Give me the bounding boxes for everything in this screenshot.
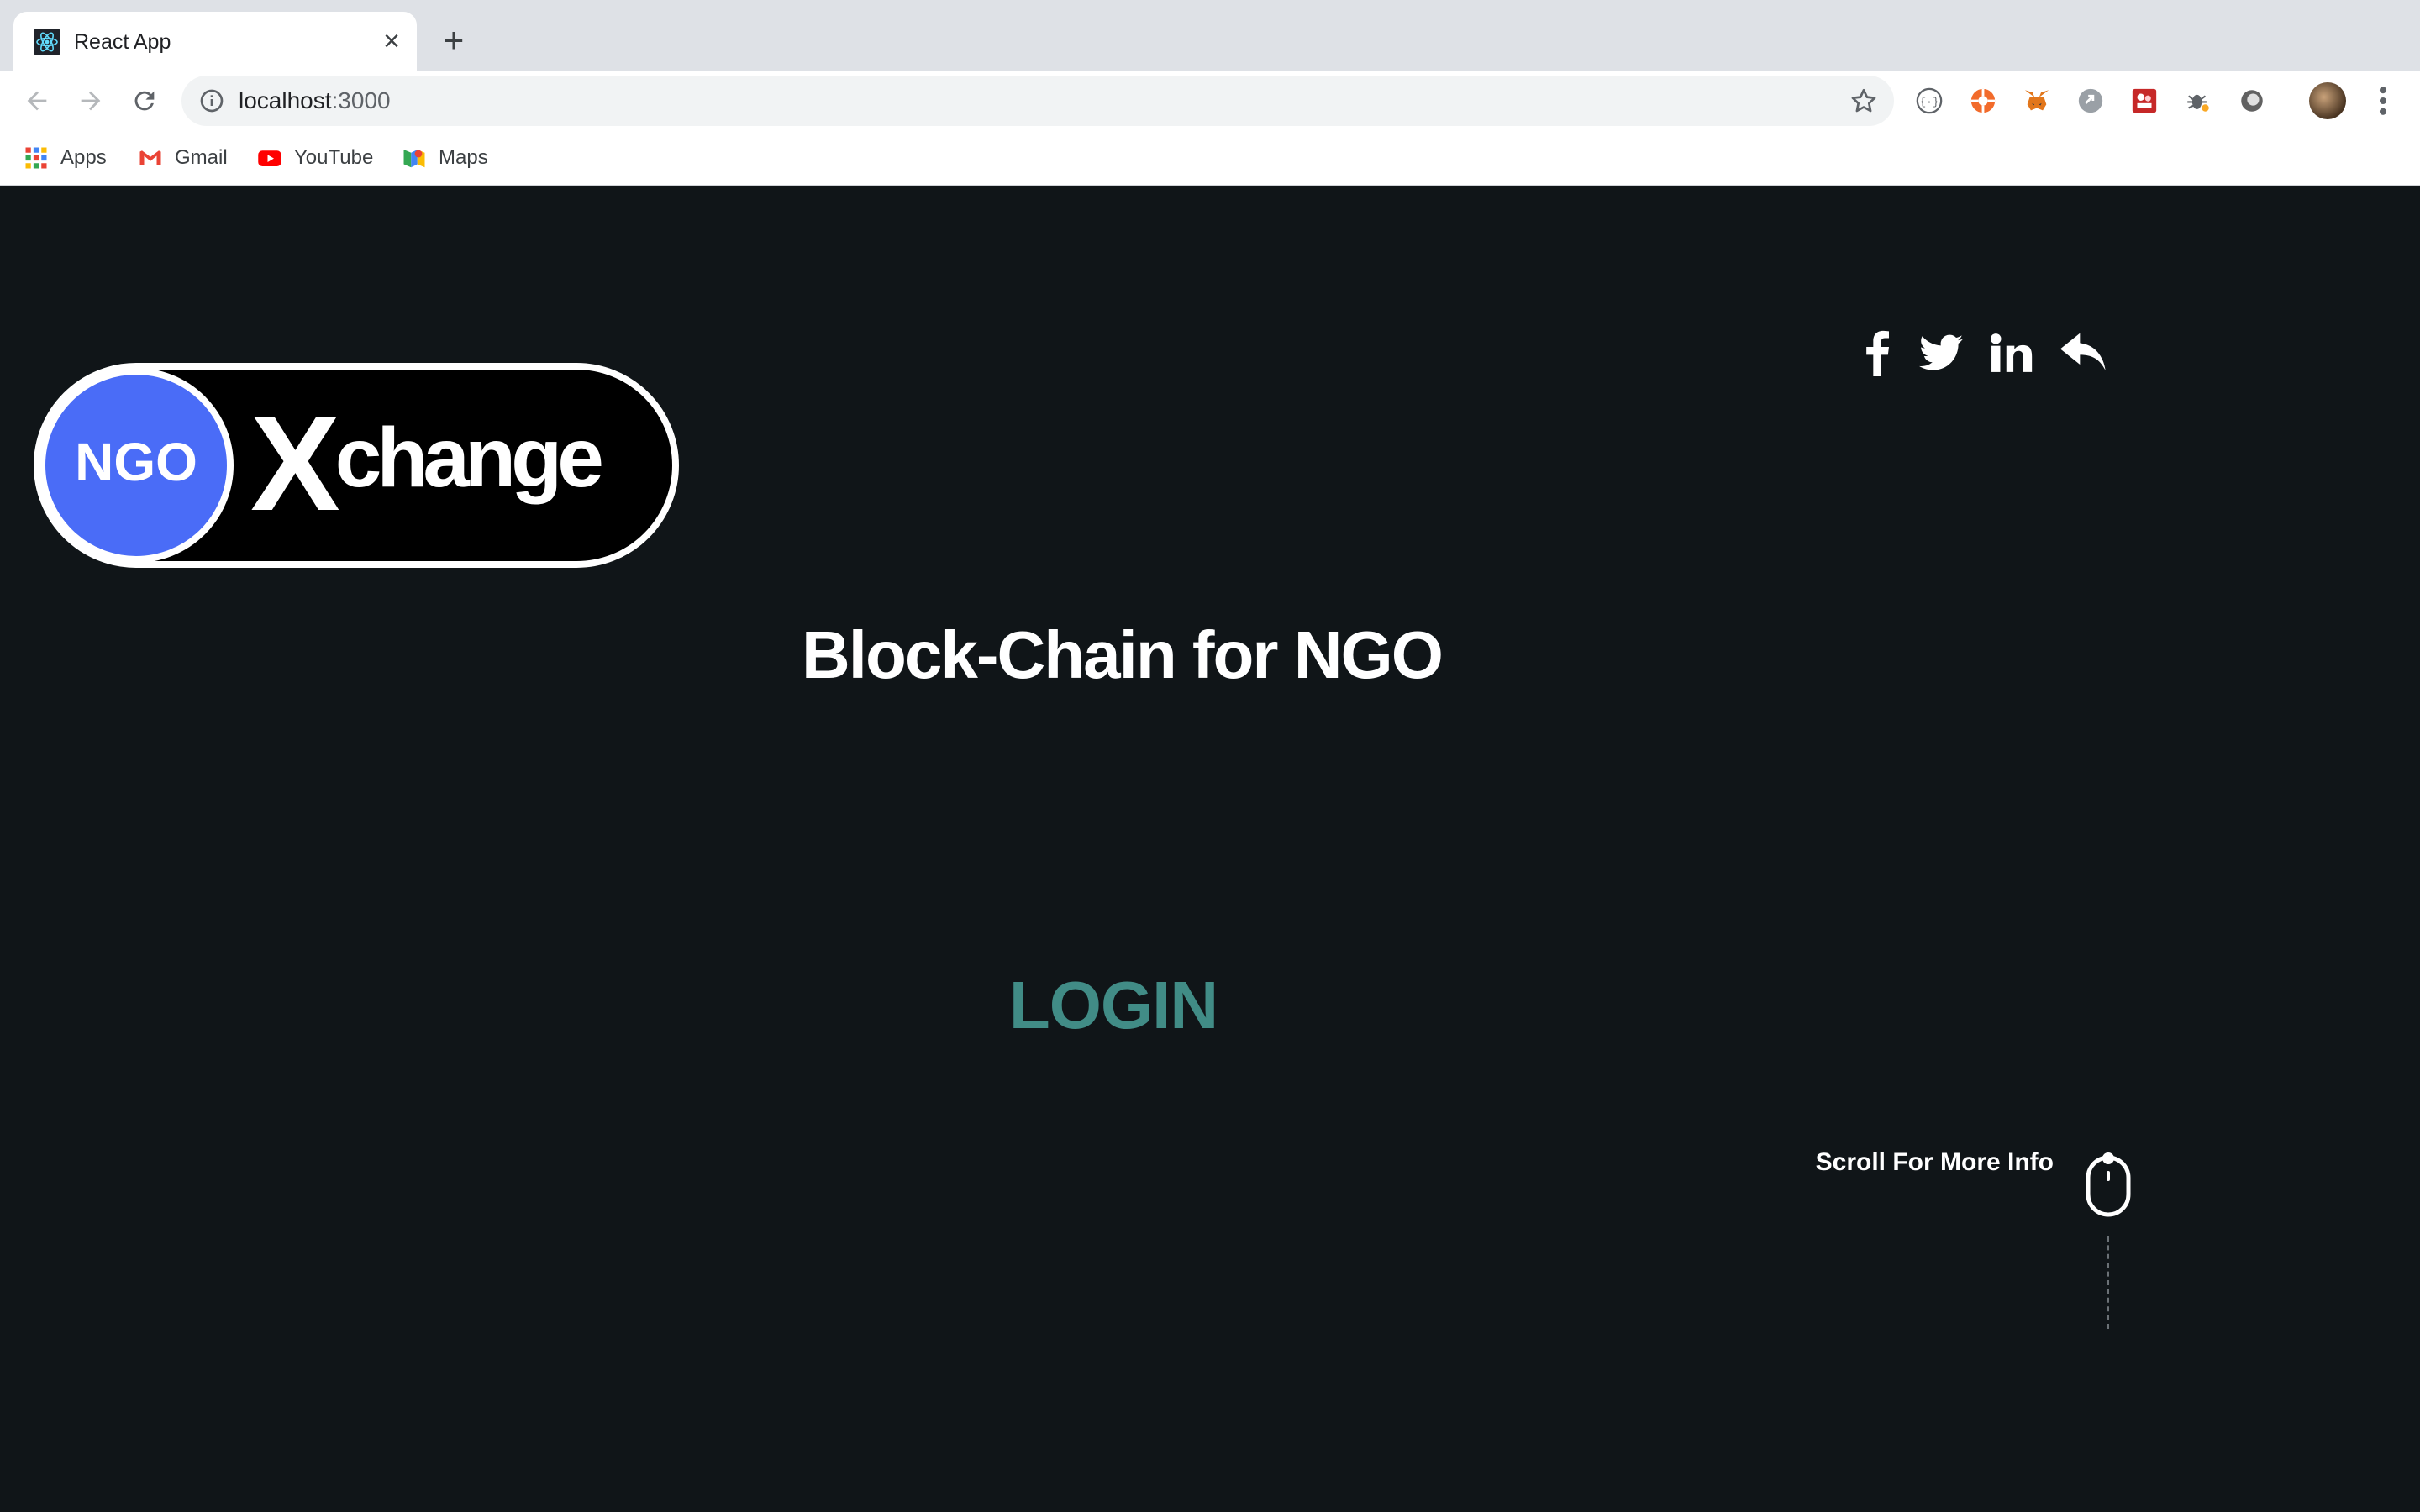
scroll-guide-line [2107,1236,2109,1329]
mouse-scroll-icon[interactable] [2084,1146,2133,1218]
forward-button[interactable] [72,82,109,119]
new-tab-button[interactable]: + [435,23,472,60]
tab-title: React App [74,30,171,54]
bookmark-youtube[interactable]: YouTube [257,143,373,173]
bookmark-label: Apps [60,146,107,169]
reload-icon [134,91,155,111]
youtube-icon [258,150,281,166]
maps-icon [403,150,425,168]
bookmark-maps[interactable]: Maps [402,143,488,173]
gmail-icon [139,150,161,165]
react-icon [34,29,60,55]
forward-arrow-icon [81,91,101,111]
grey-link-icon[interactable] [2075,86,2106,116]
url-text: localhost:3000 [239,87,391,115]
logo-change-text: change [335,411,602,505]
reply-icon[interactable] [2057,326,2111,380]
facebook-icon[interactable] [1850,326,1904,380]
more-vert-icon[interactable] [2371,82,2395,119]
code-braces-icon[interactable]: {·} [1914,86,1944,116]
orange-lifebuoy-icon[interactable] [1968,86,1998,116]
browser-tab[interactable]: React App × [13,12,417,71]
bookmark-label: YouTube [294,146,374,169]
login-button[interactable]: LOGIN [975,959,1252,1052]
linkedin-icon[interactable] [1985,326,2039,380]
back-arrow-icon [27,91,47,111]
bug-extension-icon[interactable] [2183,86,2213,116]
scroll-hint-label: Scroll For More Info [1815,1148,2054,1176]
star-icon[interactable] [1849,86,1879,116]
browser-toolbar: localhost:3000 {·} [0,71,2420,131]
url-port: :3000 [331,87,391,113]
metamask-fox-icon[interactable] [2022,86,2052,116]
apps-grid-icon [25,147,47,169]
browser-tabstrip: React App × + [0,0,2420,71]
url-host: localhost [239,87,332,113]
profile-avatar[interactable] [2309,82,2346,119]
back-button[interactable] [18,82,55,119]
address-bar[interactable]: localhost:3000 [182,76,1894,126]
red-grid-extension-icon[interactable] [2129,86,2160,116]
reload-button[interactable] [126,82,163,119]
logo-x-letter: X [250,388,339,538]
bookmark-apps[interactable]: Apps [24,143,107,173]
twitter-icon[interactable] [1914,326,1968,380]
ngo-xchange-logo[interactable]: NGO Xchange [34,363,679,568]
landing-page: NGO Xchange Block-Chain for NGO LOGIN Sc… [0,186,2420,1512]
close-icon[interactable]: × [376,27,407,57]
page-headline: Block-Chain for NGO [801,617,1444,692]
info-icon[interactable] [198,87,225,114]
svg-text:{·}: {·} [1920,96,1939,108]
bookmark-gmail[interactable]: Gmail [138,143,228,173]
bookmark-label: Gmail [175,146,228,169]
logo-circle-text: NGO [75,432,197,492]
bookmark-label: Maps [439,146,488,169]
grey-circle-extension-icon[interactable] [2237,86,2267,116]
bookmarks-bar: Apps Gmail YouTube Maps [0,131,2420,186]
